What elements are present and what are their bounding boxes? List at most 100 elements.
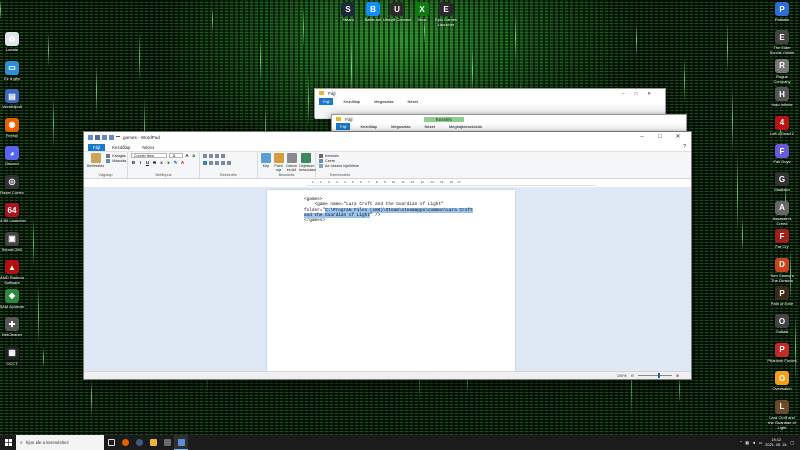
font-color-button[interactable]: A: [180, 160, 185, 165]
tab-home[interactable]: Kezdőlap: [107, 144, 135, 151]
tab-drive-tools[interactable]: Meghajtóeszközök: [445, 123, 486, 130]
desktop-icon[interactable]: L Lara Croft and the Guardian of Light: [767, 399, 797, 430]
desktop-icon[interactable]: ▣ SteamCMD: [0, 231, 27, 252]
tab-home[interactable]: Kezdőlap: [339, 98, 364, 105]
taskbar-wordpad[interactable]: [174, 435, 188, 450]
document-text[interactable]: <games> <game name="Lara Croft and the G…: [304, 197, 494, 223]
desktop-icon[interactable]: 4 Left 4 Dead 2: [767, 115, 797, 136]
bold-button[interactable]: B: [131, 160, 136, 165]
taskbar-search[interactable]: ⌕ Írjon ide a kereséshez: [16, 435, 104, 450]
align-left-icon[interactable]: [203, 160, 207, 165]
desktop-icon[interactable]: F Far Cry: [767, 229, 797, 249]
grow-font-button[interactable]: A: [185, 153, 190, 158]
clock[interactable]: 19:12 2021. 05. 15.: [765, 438, 787, 447]
shrink-font-button[interactable]: a: [191, 153, 196, 158]
desktop-icon[interactable]: P Phantom Forces: [767, 342, 797, 363]
taskbar-firefox[interactable]: [118, 435, 132, 450]
paragraph-icon[interactable]: [227, 160, 231, 165]
start-button[interactable]: [0, 435, 16, 450]
desktop-icon[interactable]: D Tom Clancy's The Division: [767, 257, 797, 283]
document-page[interactable]: <games> <game name="Lara Croft and the G…: [267, 190, 515, 372]
desktop-icon[interactable]: A Assassin's Creed: [767, 200, 797, 226]
insert-object-button[interactable]: Objektum beszúrása: [299, 153, 316, 172]
ruler[interactable]: · 1 · · · 1 · · · 2 · · · 3 · · · 4 · · …: [306, 179, 596, 186]
zoom-in-button[interactable]: ⊕: [676, 373, 679, 378]
list-icon[interactable]: [215, 153, 219, 158]
font-name-select[interactable]: Courier New: [131, 153, 168, 158]
superscript-button[interactable]: x: [166, 160, 171, 165]
taskbar-explorer[interactable]: [146, 435, 160, 450]
taskbar-app[interactable]: [160, 435, 174, 450]
paste-button[interactable]: Beillesztés: [87, 153, 104, 168]
cut-button[interactable]: Kivágás: [106, 153, 126, 158]
subscript-button[interactable]: x: [159, 160, 164, 165]
document-area[interactable]: <games> <game name="Lara Croft and the G…: [84, 187, 691, 372]
align-center-icon[interactable]: [209, 160, 213, 165]
zoom-slider[interactable]: [637, 373, 672, 378]
highlight-button[interactable]: ✎: [173, 160, 178, 165]
desktop-icon[interactable]: O Outlast: [767, 314, 797, 334]
desktop-icon[interactable]: G Gladiator: [767, 172, 797, 192]
desktop-icon[interactable]: ▦ OCCT: [0, 345, 27, 366]
desktop-icon[interactable]: 64 64 Bit Launcher: [0, 203, 27, 223]
desktop-icon[interactable]: ▤ Vezérlőpult: [0, 89, 27, 109]
desktop-icon[interactable]: ✚ NetCleaner: [0, 317, 27, 337]
desktop-icon[interactable]: ◆ SAM Achiever: [0, 288, 27, 309]
justify-icon[interactable]: [221, 160, 225, 165]
desktop-icon[interactable]: O Overwatch: [767, 371, 797, 391]
tab-share[interactable]: Megosztás: [370, 98, 397, 105]
chevron-up-icon[interactable]: ⌃: [739, 440, 742, 445]
tab-view[interactable]: Nézet: [420, 123, 438, 130]
insert-image-button[interactable]: Kép: [261, 153, 271, 172]
notification-icon[interactable]: ▢: [790, 440, 794, 445]
underline-button[interactable]: U: [145, 160, 150, 165]
desktop-icon[interactable]: E The Elder Scrolls Online: [767, 30, 797, 55]
increase-indent-icon[interactable]: [209, 153, 213, 158]
copy-button[interactable]: Másolás: [106, 158, 126, 163]
language-icon[interactable]: ▭: [759, 440, 763, 445]
zoom-out-button[interactable]: ⊖: [631, 373, 634, 378]
tab-view[interactable]: Nézet: [137, 144, 158, 151]
tab-share[interactable]: Megosztás: [387, 123, 414, 130]
tab-file[interactable]: Fájl: [319, 98, 334, 105]
close-button[interactable]: ✕: [669, 132, 687, 143]
select-all-button[interactable]: Az összes kijelölése: [319, 163, 361, 168]
desktop-icon[interactable]: ◕ Discord: [0, 146, 27, 166]
desktop-icon[interactable]: ▭ Ez a gép: [0, 60, 27, 81]
desktop-icon[interactable]: ▲ AMD Radeon Software: [0, 260, 27, 285]
desktop-icon[interactable]: E Epic Games Launcher: [431, 2, 461, 27]
help-icon[interactable]: ?: [678, 143, 691, 151]
save-icon[interactable]: [95, 135, 100, 140]
decrease-indent-icon[interactable]: [203, 153, 207, 158]
paint-drawing-button[interactable]: Paint rajz: [273, 153, 284, 172]
desktop-icon[interactable]: H Halo Infinite: [767, 87, 797, 107]
italic-button[interactable]: I: [138, 160, 143, 165]
font-size-select[interactable]: 11: [169, 153, 183, 158]
undo-icon[interactable]: [102, 135, 107, 140]
tab-file[interactable]: Fájl: [88, 143, 106, 151]
strikethrough-button[interactable]: S: [152, 160, 157, 165]
wordpad-window[interactable]: games - WordPad – □ ✕ Fájl Kezdőlap Néze…: [83, 131, 692, 380]
chevron-down-icon[interactable]: [116, 136, 120, 139]
redo-icon[interactable]: [109, 135, 114, 140]
tab-home[interactable]: Kezdőlap: [356, 123, 381, 130]
desktop-icon[interactable]: R Rogue Company: [767, 58, 797, 84]
desktop-icon[interactable]: P Palladin: [767, 2, 797, 22]
minimize-button[interactable]: –: [633, 132, 651, 143]
align-right-icon[interactable]: [215, 160, 219, 165]
datetime-button[interactable]: Dátum és idő: [286, 153, 297, 172]
line-spacing-icon[interactable]: [221, 153, 225, 158]
manage-tab[interactable]: Kezelés: [423, 117, 464, 122]
desktop-icon[interactable]: F Fall Guys: [767, 144, 797, 164]
tab-view[interactable]: Nézet: [403, 98, 421, 105]
zoom-slider-thumb[interactable]: [657, 373, 660, 378]
network-icon[interactable]: ▦: [745, 440, 749, 445]
tab-file[interactable]: Fájl: [336, 123, 351, 130]
desktop-icon[interactable]: ♻ Lomtár: [0, 32, 27, 52]
maximize-button[interactable]: □: [651, 132, 669, 143]
desktop-icon[interactable]: P Path of Exile: [767, 286, 797, 306]
task-view-button[interactable]: [104, 435, 118, 450]
desktop-icon[interactable]: ◎ Razer Cortex: [0, 174, 27, 195]
desktop-icon[interactable]: ◉ Firefox: [0, 117, 27, 138]
taskbar-steam[interactable]: [132, 435, 146, 450]
